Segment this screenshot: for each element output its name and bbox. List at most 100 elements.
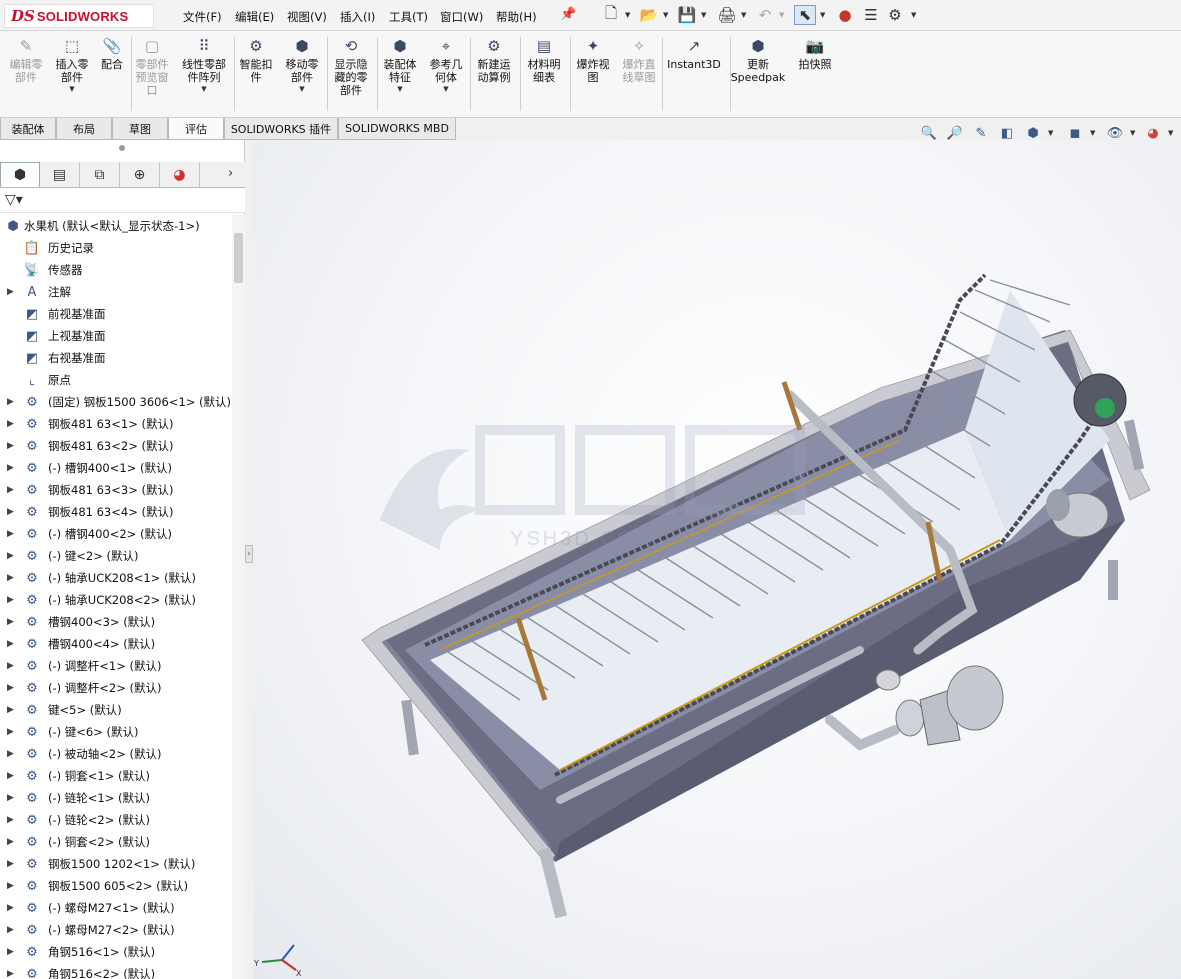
print-icon[interactable]: 🖨	[716, 5, 738, 25]
tree-item[interactable]: 📡 传感器	[0, 259, 232, 281]
panel-splitter[interactable]: ›	[245, 545, 253, 563]
select-cursor-icon[interactable]: ⬉	[794, 5, 816, 25]
tree-item[interactable]: ▶ ⚙ 钢板481 63<3> (默认)	[0, 479, 232, 501]
expand-arrow-icon[interactable]: ▶	[7, 947, 14, 957]
pin-icon[interactable]: 📌	[560, 7, 576, 22]
print-dropdown-icon[interactable]: ▼	[741, 11, 746, 19]
hide-show-dropdown-icon[interactable]: ▼	[1130, 129, 1135, 137]
tree-item[interactable]: ▶ ⚙ (-) 槽钢400<2> (默认)	[0, 523, 232, 545]
expand-arrow-icon[interactable]: ▶	[7, 859, 14, 869]
expand-arrow-icon[interactable]: ▶	[7, 639, 14, 649]
tree-item[interactable]: ▶ ⚙ 钢板481 63<4> (默认)	[0, 501, 232, 523]
expand-arrow-icon[interactable]: ▶	[7, 903, 14, 913]
expand-arrow-icon[interactable]: ▶	[7, 529, 14, 539]
tree-item[interactable]: ▶ ⚙ (-) 轴承UCK208<1> (默认)	[0, 567, 232, 589]
expand-arrow-icon[interactable]: ▶	[7, 881, 14, 891]
expand-arrow-icon[interactable]: ▶	[7, 771, 14, 781]
expand-arrow-icon[interactable]: ▶	[7, 925, 14, 935]
explode-line-sketch-button[interactable]: ✧ 爆炸直 线草图	[609, 35, 669, 84]
chevron-right-icon[interactable]: ›	[228, 166, 233, 181]
expand-arrow-icon[interactable]: ▶	[7, 573, 14, 583]
undo-dropdown-icon[interactable]: ▼	[779, 11, 784, 19]
tree-item[interactable]: ▶ ⚙ (-) 铜套<2> (默认)	[0, 831, 232, 853]
tab-5[interactable]: SOLIDWORKS MBD	[338, 118, 456, 140]
appearance-dropdown-icon[interactable]: ▼	[1168, 129, 1173, 137]
tree-item[interactable]: ▶ ⚙ 钢板481 63<1> (默认)	[0, 413, 232, 435]
expand-arrow-icon[interactable]: ▶	[7, 441, 14, 451]
expand-arrow-icon[interactable]: ▶	[7, 749, 14, 759]
solidworks-logo[interactable]: DS SOLIDWORKS	[4, 4, 154, 28]
tree-item[interactable]: ▶ ⚙ 键<5> (默认)	[0, 699, 232, 721]
configuration-manager-tab-icon[interactable]: ⧉	[80, 162, 120, 187]
tree-scrollbar[interactable]	[232, 215, 245, 979]
menu-item[interactable]: 文件(F)	[183, 9, 222, 25]
tree-item[interactable]: ▶ ⚙ (-) 键<2> (默认)	[0, 545, 232, 567]
chevron-down-icon[interactable]: ▼	[201, 85, 206, 93]
expand-arrow-icon[interactable]: ▶	[7, 485, 14, 495]
expand-arrow-icon[interactable]: ▶	[7, 969, 14, 979]
view-orientation-icon[interactable]: ⬢	[1024, 124, 1042, 142]
tree-item[interactable]: ▶ A 注解	[0, 281, 232, 303]
tree-item[interactable]: ▶ ⚙ (-) 链轮<1> (默认)	[0, 787, 232, 809]
select-dropdown-icon[interactable]: ▼	[820, 11, 825, 19]
linear-pattern-button[interactable]: ⠿ 线性零部 件阵列 ▼	[174, 35, 234, 93]
tree-item[interactable]: ▶ ⚙ (固定) 钢板1500 3606<1> (默认)	[0, 391, 232, 413]
menu-item[interactable]: 帮助(H)	[496, 9, 537, 25]
rebuild-traffic-light-icon[interactable]: ●	[834, 5, 856, 25]
tab-3[interactable]: 评估	[168, 118, 224, 140]
expand-arrow-icon[interactable]: ▶	[7, 463, 14, 473]
zoom-to-fit-icon[interactable]: 🔍	[920, 124, 938, 142]
tree-item[interactable]: ▶ ⚙ 槽钢400<4> (默认)	[0, 633, 232, 655]
edit-appearance-icon[interactable]: ◕	[1144, 124, 1162, 142]
feature-manager-tab-icon[interactable]: ⬢	[0, 162, 40, 187]
zoom-to-area-icon[interactable]: 🔎	[946, 124, 964, 142]
tree-item[interactable]: ▶ ⚙ (-) 调整杆<1> (默认)	[0, 655, 232, 677]
chevron-down-icon[interactable]: ▼	[397, 85, 402, 93]
tree-item[interactable]: ▶ ⚙ 钢板481 63<2> (默认)	[0, 435, 232, 457]
chevron-down-icon[interactable]: ▼	[69, 85, 74, 93]
expand-arrow-icon[interactable]: ▶	[7, 793, 14, 803]
expand-arrow-icon[interactable]: ▶	[7, 727, 14, 737]
property-manager-tab-icon[interactable]: ▤	[40, 162, 80, 187]
tree-item[interactable]: ▶ ⚙ (-) 键<6> (默认)	[0, 721, 232, 743]
new-dropdown-icon[interactable]: ▼	[625, 11, 630, 19]
expand-arrow-icon[interactable]: ▶	[7, 705, 14, 715]
expand-arrow-icon[interactable]: ▶	[7, 617, 14, 627]
tree-item[interactable]: ▶ ⚙ (-) 槽钢400<1> (默认)	[0, 457, 232, 479]
undo-icon[interactable]: ↶	[754, 5, 776, 25]
tree-item[interactable]: ▶ ⚙ (-) 链轮<2> (默认)	[0, 809, 232, 831]
hide-show-items-icon[interactable]: 👁	[1106, 124, 1124, 142]
tree-item[interactable]: ◩ 前视基准面	[0, 303, 232, 325]
tab-1[interactable]: 布局	[56, 118, 112, 140]
expand-arrow-icon[interactable]: ▶	[7, 551, 14, 561]
panel-grip[interactable]	[119, 145, 125, 151]
menu-item[interactable]: 插入(I)	[340, 9, 375, 25]
tree-item[interactable]: ▶ ⚙ 角钢516<2> (默认)	[0, 963, 232, 979]
chevron-down-icon[interactable]: ▼	[299, 85, 304, 93]
expand-arrow-icon[interactable]: ▶	[7, 419, 14, 429]
tree-root-assembly[interactable]: ⬢ 水果机 (默认<默认_显示状态-1>)	[0, 215, 232, 237]
save-icon[interactable]: 💾	[676, 5, 698, 25]
tab-4[interactable]: SOLIDWORKS 插件	[224, 118, 338, 140]
expand-arrow-icon[interactable]: ▶	[7, 287, 14, 297]
tab-2[interactable]: 草图	[112, 118, 168, 140]
speedpak-button[interactable]: ⬢ 更新 Speedpak	[728, 35, 788, 84]
tree-item[interactable]: ◩ 上视基准面	[0, 325, 232, 347]
tree-item[interactable]: ⌞ 原点	[0, 369, 232, 391]
new-document-icon[interactable]: 🗋	[600, 4, 622, 25]
tree-item[interactable]: ▶ ⚙ (-) 被动轴<2> (默认)	[0, 743, 232, 765]
options-dropdown-icon[interactable]: ▼	[911, 11, 916, 19]
filter-icon[interactable]: ▽▾	[5, 192, 23, 208]
section-view-icon[interactable]: ◧	[998, 124, 1016, 142]
open-folder-icon[interactable]: 📂	[638, 5, 660, 25]
expand-arrow-icon[interactable]: ▶	[7, 661, 14, 671]
dimxpert-tab-icon[interactable]: ⊕	[120, 162, 160, 187]
menu-item[interactable]: 工具(T)	[389, 9, 428, 25]
tree-item[interactable]: ▶ ⚙ (-) 轴承UCK208<2> (默认)	[0, 589, 232, 611]
tree-item[interactable]: ▶ ⚙ 角钢516<1> (默认)	[0, 941, 232, 963]
open-dropdown-icon[interactable]: ▼	[663, 11, 668, 19]
tree-item[interactable]: ▶ ⚙ 槽钢400<3> (默认)	[0, 611, 232, 633]
display-manager-tab-icon[interactable]: ◕	[160, 162, 200, 187]
tree-item[interactable]: 📋 历史记录	[0, 237, 232, 259]
display-style-icon[interactable]: ◼	[1066, 124, 1084, 142]
